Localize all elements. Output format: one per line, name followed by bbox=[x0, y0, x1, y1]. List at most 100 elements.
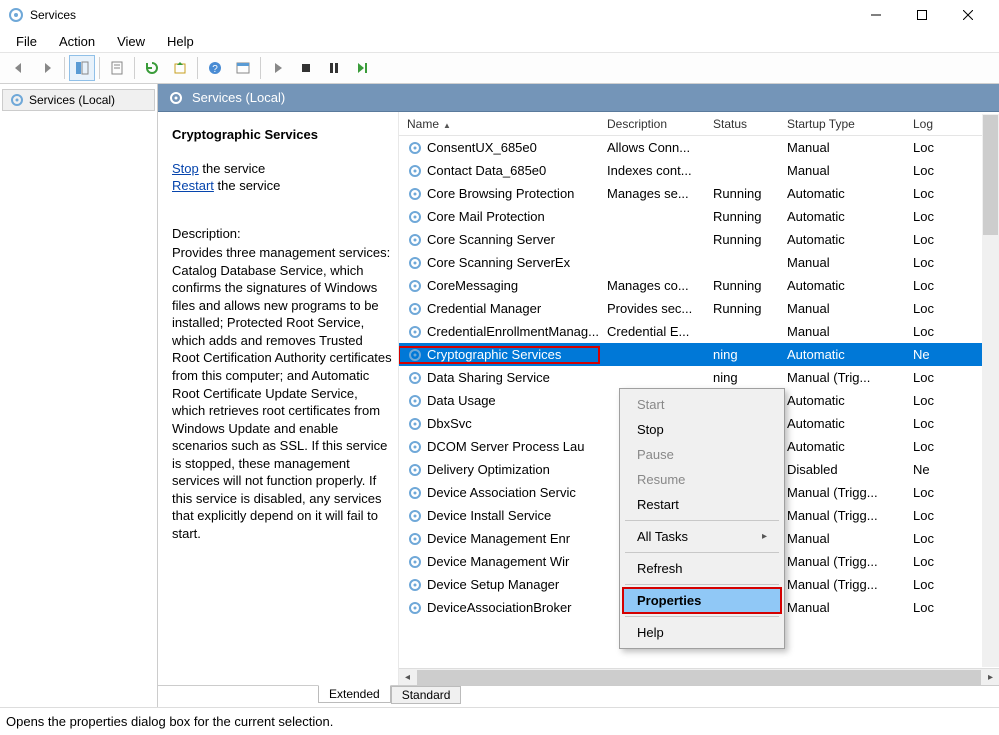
cell-startup: Manual bbox=[779, 301, 905, 316]
refresh-button[interactable] bbox=[139, 55, 165, 81]
menu-view[interactable]: View bbox=[107, 32, 155, 51]
scroll-left-icon[interactable]: ◂ bbox=[399, 669, 416, 686]
stop-service-button[interactable] bbox=[293, 55, 319, 81]
table-row[interactable]: ConsentUX_685e0Allows Conn...ManualLoc bbox=[399, 136, 999, 159]
col-header-description[interactable]: Description bbox=[599, 117, 705, 131]
menu-action[interactable]: Action bbox=[49, 32, 105, 51]
back-button[interactable] bbox=[6, 55, 32, 81]
cell-logon: Loc bbox=[905, 186, 947, 201]
cell-name: Credential Manager bbox=[399, 301, 599, 317]
service-gear-icon bbox=[407, 278, 423, 294]
menu-separator bbox=[625, 552, 779, 553]
col-header-logon[interactable]: Log bbox=[905, 117, 947, 131]
restart-service-link[interactable]: Restart bbox=[172, 178, 214, 193]
selected-service-title: Cryptographic Services bbox=[172, 126, 392, 144]
description-text: Provides three management services: Cata… bbox=[172, 244, 392, 542]
cell-startup: Automatic bbox=[779, 393, 905, 408]
cell-logon: Loc bbox=[905, 324, 947, 339]
cell-logon: Loc bbox=[905, 508, 947, 523]
statusbar: Opens the properties dialog box for the … bbox=[0, 707, 999, 735]
cell-name: Core Scanning ServerEx bbox=[399, 255, 599, 271]
menu-file[interactable]: File bbox=[6, 32, 47, 51]
vertical-scroll-thumb[interactable] bbox=[983, 115, 998, 235]
horizontal-scrollbar[interactable]: ◂ ▸ bbox=[399, 668, 999, 685]
window-title: Services bbox=[30, 8, 853, 22]
cell-startup: Manual (Trigg... bbox=[779, 485, 905, 500]
help-button[interactable]: ? bbox=[202, 55, 228, 81]
table-row[interactable]: CredentialEnrollmentManag...Credential E… bbox=[399, 320, 999, 343]
service-gear-icon bbox=[407, 186, 423, 202]
col-header-status[interactable]: Status bbox=[705, 117, 779, 131]
export-button[interactable] bbox=[167, 55, 193, 81]
menu-help[interactable]: Help bbox=[157, 32, 204, 51]
vertical-scrollbar[interactable] bbox=[982, 114, 999, 667]
stop-service-link[interactable]: Stop bbox=[172, 161, 199, 176]
cell-name: Data Usage bbox=[399, 393, 599, 409]
context-menu-properties[interactable]: Properties bbox=[623, 588, 781, 613]
restart-suffix: the service bbox=[214, 178, 280, 193]
cell-startup: Automatic bbox=[779, 416, 905, 431]
table-row[interactable]: Credential ManagerProvides sec...Running… bbox=[399, 297, 999, 320]
cell-logon: Loc bbox=[905, 577, 947, 592]
table-row[interactable]: Core Browsing ProtectionManages se...Run… bbox=[399, 182, 999, 205]
stop-suffix: the service bbox=[199, 161, 265, 176]
show-hide-tree-button[interactable] bbox=[69, 55, 95, 81]
export-list-button[interactable] bbox=[104, 55, 130, 81]
context-menu-refresh[interactable]: Refresh bbox=[623, 556, 781, 581]
cell-name: Core Mail Protection bbox=[399, 209, 599, 225]
context-menu-help[interactable]: Help bbox=[623, 620, 781, 645]
view-tabs: Extended Standard bbox=[158, 685, 999, 707]
scroll-right-icon[interactable]: ▸ bbox=[982, 669, 999, 686]
table-row[interactable]: Cryptographic ServicesningAutomaticNe bbox=[399, 343, 999, 366]
cell-startup: Manual bbox=[779, 531, 905, 546]
cell-startup: Disabled bbox=[779, 462, 905, 477]
cell-logon: Loc bbox=[905, 416, 947, 431]
sort-caret-icon: ▲ bbox=[443, 121, 451, 130]
context-menu-restart[interactable]: Restart bbox=[623, 492, 781, 517]
tree-node-services-local[interactable]: Services (Local) bbox=[2, 89, 155, 111]
cell-name: Device Management Enr bbox=[399, 531, 599, 547]
start-service-button[interactable] bbox=[265, 55, 291, 81]
table-row[interactable]: Core Scanning ServerExManualLoc bbox=[399, 251, 999, 274]
service-gear-icon bbox=[407, 531, 423, 547]
right-pane-title: Services (Local) bbox=[192, 90, 285, 105]
cell-status: Running bbox=[705, 278, 779, 293]
table-row[interactable]: CoreMessagingManages co...RunningAutomat… bbox=[399, 274, 999, 297]
tree-node-label: Services (Local) bbox=[29, 93, 115, 107]
col-header-name[interactable]: Name▲ bbox=[399, 117, 599, 131]
service-gear-icon bbox=[407, 140, 423, 156]
table-row[interactable]: Core Scanning ServerRunningAutomaticLoc bbox=[399, 228, 999, 251]
service-gear-icon bbox=[407, 255, 423, 271]
restart-service-button[interactable] bbox=[349, 55, 375, 81]
properties-toolbar-button[interactable] bbox=[230, 55, 256, 81]
context-menu-all-tasks[interactable]: All Tasks▸ bbox=[623, 524, 781, 549]
cell-description: Allows Conn... bbox=[599, 140, 705, 155]
cell-logon: Loc bbox=[905, 485, 947, 500]
tab-standard[interactable]: Standard bbox=[391, 686, 462, 704]
tab-extended[interactable]: Extended bbox=[318, 685, 391, 703]
pause-service-button[interactable] bbox=[321, 55, 347, 81]
context-menu-stop[interactable]: Stop bbox=[623, 417, 781, 442]
cell-name: Core Scanning Server bbox=[399, 232, 599, 248]
col-header-startup[interactable]: Startup Type bbox=[779, 117, 905, 131]
cell-startup: Automatic bbox=[779, 347, 905, 362]
cell-name: Device Setup Manager bbox=[399, 577, 599, 593]
table-row[interactable]: Core Mail ProtectionRunningAutomaticLoc bbox=[399, 205, 999, 228]
cell-startup: Automatic bbox=[779, 209, 905, 224]
table-row[interactable]: Data Sharing ServiceningManual (Trig...L… bbox=[399, 366, 999, 389]
minimize-button[interactable] bbox=[853, 0, 899, 30]
toolbar: ? bbox=[0, 52, 999, 84]
cell-logon: Loc bbox=[905, 301, 947, 316]
submenu-arrow-icon: ▸ bbox=[762, 531, 767, 542]
cell-status: Running bbox=[705, 186, 779, 201]
service-gear-icon bbox=[407, 163, 423, 179]
cell-startup: Manual (Trig... bbox=[779, 370, 905, 385]
scroll-thumb[interactable] bbox=[417, 670, 981, 685]
table-row[interactable]: Contact Data_685e0Indexes cont...ManualL… bbox=[399, 159, 999, 182]
maximize-button[interactable] bbox=[899, 0, 945, 30]
services-app-icon bbox=[8, 7, 24, 23]
forward-button[interactable] bbox=[34, 55, 60, 81]
cell-logon: Loc bbox=[905, 140, 947, 155]
service-gear-icon bbox=[407, 232, 423, 248]
close-button[interactable] bbox=[945, 0, 991, 30]
